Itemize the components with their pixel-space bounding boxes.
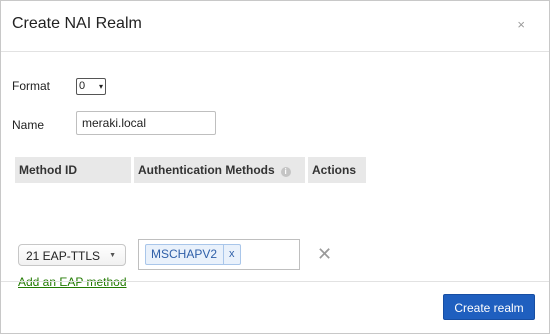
format-value: 0 — [79, 80, 86, 92]
tag-remove-icon[interactable]: x — [223, 244, 240, 265]
create-nai-realm-dialog: Create NAI Realm × Format 0 ▾ Name Metho… — [0, 0, 550, 334]
format-select[interactable]: 0 ▾ — [76, 78, 106, 95]
method-id-select[interactable]: 21 EAP-TTLS ▼ — [18, 244, 126, 266]
close-icon[interactable]: × — [517, 18, 525, 31]
authentication-methods-input[interactable]: MSCHAPV2 x — [138, 239, 300, 270]
chevron-down-icon: ▾ — [98, 82, 103, 91]
chevron-down-icon: ▼ — [109, 252, 116, 259]
header-authentication-methods: Authentication Methods i — [134, 157, 305, 183]
remove-row-icon[interactable]: ✕ — [317, 245, 332, 263]
format-label: Format — [12, 79, 51, 93]
dialog-header: Create NAI Realm × — [1, 1, 549, 52]
auth-method-tag: MSCHAPV2 x — [145, 244, 241, 265]
dialog-title: Create NAI Realm — [12, 15, 142, 32]
header-actions: Actions — [308, 157, 366, 183]
auth-method-tag-label: MSCHAPV2 — [151, 247, 218, 261]
dialog-body: Format 0 ▾ Name Method ID Authentication… — [1, 52, 549, 289]
header-authentication-methods-label: Authentication Methods — [138, 163, 275, 177]
name-label: Name — [12, 118, 45, 132]
method-id-value: 21 EAP-TTLS — [26, 249, 101, 263]
create-realm-button[interactable]: Create realm — [443, 294, 535, 320]
header-method-id: Method ID — [15, 157, 131, 183]
name-input[interactable] — [76, 111, 216, 135]
info-icon[interactable]: i — [280, 167, 291, 177]
dialog-footer: Create realm — [1, 281, 549, 334]
